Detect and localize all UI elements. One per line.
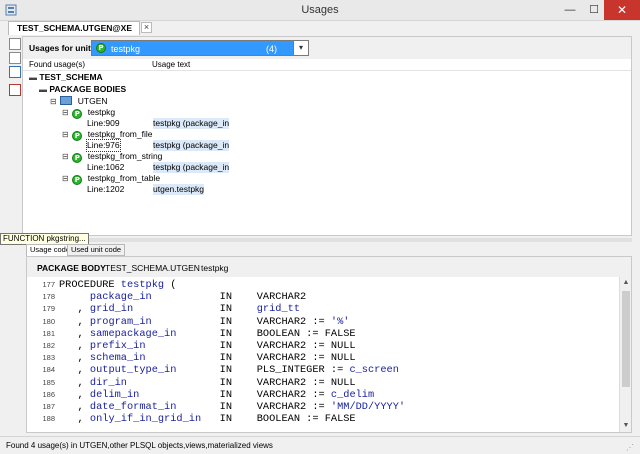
- unit-select-count: (4): [266, 44, 277, 54]
- tree-node-schema[interactable]: ▬ TEST_SCHEMA: [29, 72, 103, 83]
- package-body-icon: [60, 96, 73, 105]
- code-text: package_in IN VARCHAR2: [59, 291, 307, 304]
- package-icon: P: [96, 43, 106, 53]
- usage-text: testpkg (package_in: [153, 162, 230, 173]
- window-title: Usages: [301, 4, 339, 16]
- tab-used-unit-code[interactable]: Used unit code: [67, 244, 126, 256]
- scroll-down-icon[interactable]: ▼: [620, 420, 632, 432]
- code-header-kind: PACKAGE BODY: [37, 263, 106, 273]
- tree-node-group[interactable]: ▬ PACKAGE BODIES: [39, 84, 126, 95]
- tree-usage-line[interactable]: Line:909: [87, 118, 120, 129]
- tree-label: testpkg_from_string: [87, 151, 163, 161]
- tree-label: testpkg: [87, 107, 116, 117]
- unit-bar: Usages for unit : P testpkg (4) ▾: [23, 37, 631, 59]
- tree-label: testpkg_from_table: [87, 173, 161, 183]
- usage-text: testpkg (package_in: [153, 140, 230, 151]
- collapse-icon[interactable]: ▬: [39, 84, 47, 95]
- tree-node-unit[interactable]: ⊟ P testpkg: [62, 107, 116, 119]
- line-number: 188: [42, 414, 55, 424]
- code-text: , output_type_in IN PLS_INTEGER := c_scr…: [59, 364, 399, 377]
- usages-panel: Usages for unit : P testpkg (4) ▾ Found …: [22, 36, 632, 236]
- collapse-icon[interactable]: ⊟: [62, 107, 70, 118]
- title-bar: Usages — ☐ ✕: [0, 0, 640, 21]
- paste-icon[interactable]: [9, 52, 21, 64]
- vertical-scrollbar[interactable]: ▲ ▼: [619, 277, 631, 432]
- resize-grip-icon[interactable]: ⋰: [626, 443, 636, 453]
- code-text: , grid_in IN grid_tt: [59, 303, 301, 316]
- tab-close-button[interactable]: ×: [141, 22, 152, 33]
- code-text: , dir_in IN VARCHAR2 := NULL: [59, 376, 356, 389]
- scroll-thumb[interactable]: [622, 291, 630, 387]
- line-number: 184: [42, 365, 55, 375]
- status-bar: Found 4 usage(s) in UTGEN,other PLSQL ob…: [0, 436, 640, 454]
- line-number: 180: [42, 316, 55, 326]
- collapse-icon[interactable]: ⊟: [62, 151, 70, 162]
- collapse-icon[interactable]: ⊟: [50, 96, 58, 107]
- code-text: PROCEDURE testpkg (: [59, 279, 177, 291]
- usage-text: utgen.testpkg: [153, 184, 205, 195]
- unit-select[interactable]: P testpkg (4): [91, 40, 294, 56]
- close-button[interactable]: ✕: [604, 0, 640, 20]
- unit-select-value: testpkg: [111, 44, 141, 54]
- scroll-up-icon[interactable]: ▲: [620, 277, 632, 289]
- code-text: , samepackage_in IN BOOLEAN := FALSE: [59, 327, 356, 340]
- tree-node-unit[interactable]: ⊟ P testpkg_from_string: [62, 151, 163, 163]
- tree-usage-line-selected[interactable]: Line:976: [86, 139, 121, 152]
- tree-node-unit[interactable]: ⊟ P testpkg_from_table: [62, 173, 161, 185]
- tree-label: UTGEN: [77, 96, 108, 106]
- column-found[interactable]: Found usage(s): [29, 60, 85, 69]
- tree-label: PACKAGE BODIES: [49, 84, 127, 94]
- collapse-icon[interactable]: ▬: [29, 72, 37, 83]
- usage-text: testpkg (package_in: [153, 118, 230, 129]
- procedure-icon: P: [72, 109, 83, 119]
- list-icon[interactable]: [9, 66, 21, 78]
- code-text: , schema_in IN VARCHAR2 := NULL: [59, 352, 356, 365]
- line-number: 187: [42, 402, 55, 411]
- tree-label: TEST_SCHEMA: [39, 72, 103, 82]
- code-text: , delim_in IN VARCHAR2 := c_delim: [59, 388, 375, 401]
- line-number: 185: [42, 377, 55, 387]
- code-text: , only_if_in_grid_in IN BOOLEAN := FALSE: [59, 413, 356, 426]
- tab-strip: TEST_SCHEMA.UTGEN@XE ×: [0, 21, 640, 35]
- code-header: PACKAGE BODY TEST_SCHEMA.UTGEN testpkg: [27, 257, 631, 277]
- report-icon[interactable]: [9, 84, 21, 96]
- tree-usage-line[interactable]: Line:1202: [87, 184, 124, 195]
- procedure-icon: P: [72, 175, 83, 185]
- code-text: , prefix_in IN VARCHAR2 := NULL: [59, 340, 356, 352]
- line-number: 186: [42, 389, 55, 399]
- column-usage-text[interactable]: Usage text: [152, 60, 190, 69]
- panel-splitter[interactable]: [22, 238, 632, 242]
- line-number: 178: [42, 292, 55, 302]
- line-number: 182: [42, 341, 55, 350]
- line-number: 177: [42, 280, 55, 289]
- code-text: , date_format_in IN VARCHAR2 := 'MM/DD/Y…: [59, 401, 406, 413]
- tree-label: testpkg_from_file: [87, 129, 153, 139]
- tree-node-unit[interactable]: ⊟ P testpkg_from_file: [62, 129, 153, 141]
- code-panel: PACKAGE BODY TEST_SCHEMA.UTGEN testpkg 1…: [26, 256, 632, 433]
- collapse-icon[interactable]: ⊟: [62, 173, 70, 184]
- column-header: Found usage(s) Usage text: [23, 59, 631, 71]
- collapse-icon[interactable]: ⊟: [62, 129, 70, 140]
- code-header-object: TEST_SCHEMA.UTGEN: [105, 263, 200, 273]
- line-number: 183: [42, 353, 55, 363]
- line-number: 181: [42, 328, 55, 338]
- copy-icon[interactable]: [9, 38, 21, 50]
- code-text: , program_in IN VARCHAR2 := '%': [59, 315, 350, 328]
- procedure-icon: P: [72, 131, 83, 141]
- code-header-unit: testpkg: [201, 263, 229, 273]
- tree-usage-line[interactable]: Line:1062: [87, 162, 124, 173]
- chevron-down-icon[interactable]: ▾: [294, 40, 309, 56]
- code-editor[interactable]: 177 PROCEDURE testpkg ( 178 package_in IN …: [27, 277, 619, 432]
- procedure-icon: P: [72, 153, 83, 163]
- status-text: Found 4 usage(s) in UTGEN,other PLSQL ob…: [6, 441, 273, 450]
- line-number: 179: [42, 304, 55, 314]
- tree-node-object[interactable]: ⊟ UTGEN: [50, 96, 108, 107]
- tab-schema-unit[interactable]: TEST_SCHEMA.UTGEN@XE: [8, 21, 140, 35]
- left-toolbar: [8, 36, 22, 236]
- unit-label: Usages for unit :: [29, 43, 97, 53]
